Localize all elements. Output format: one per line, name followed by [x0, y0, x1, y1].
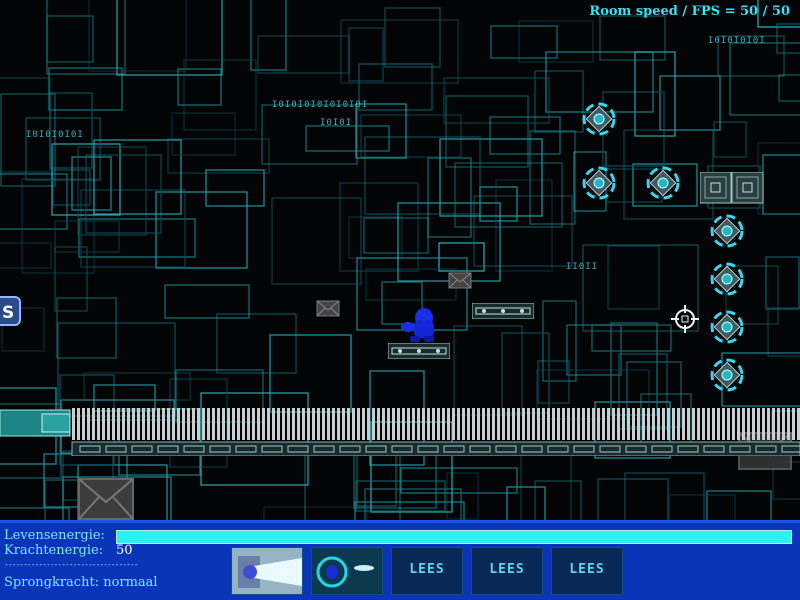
game-screen[interactable]: I0I0I0I0I I0I0I0I0I0I0I0I I0I0I I0I0I0I0…: [0, 0, 800, 600]
life-energy-bar: [116, 530, 792, 544]
life-energy-fill: [117, 531, 791, 543]
fps-readout: Room speed / FPS = 50 / 50: [589, 4, 790, 19]
inventory-slot-empty[interactable]: LEES: [471, 547, 543, 595]
binary-text: I0I0I0I0I: [26, 130, 84, 140]
jump-power-label: Sprongkracht: normaal: [4, 575, 158, 590]
metal-platform: [472, 303, 534, 319]
laser-weapon-icon: [238, 556, 302, 588]
envelope-icon[interactable]: [448, 272, 472, 290]
spinning-gear-enemy[interactable]: [710, 262, 744, 296]
spinning-gear-enemy[interactable]: [582, 102, 616, 136]
slot-label: LEES: [489, 562, 525, 577]
envelope-icon[interactable]: [316, 300, 340, 318]
spinning-gear-enemy[interactable]: [582, 166, 616, 200]
slot-label: LEES: [409, 562, 445, 577]
separator-line: -----------------------------------: [4, 560, 139, 569]
binary-text: I0I0I0I0I0I0I0I: [272, 100, 369, 110]
slot-label: LEES: [569, 562, 605, 577]
binary-text: I0I0I0I0I: [708, 36, 766, 46]
spike-floor: [0, 408, 800, 456]
envelope-icon: [78, 478, 134, 520]
inventory-slot-orb[interactable]: [311, 547, 383, 595]
save-point-icon[interactable]: S: [0, 296, 22, 326]
spinning-gear-enemy[interactable]: [710, 358, 744, 392]
orb-weapon-icon: [316, 556, 374, 588]
spinning-gear-enemy[interactable]: [646, 166, 680, 200]
inventory-slot-empty[interactable]: LEES: [551, 547, 623, 595]
power-energy-label: Krachtenergie:: [4, 543, 104, 558]
status-panel: Levensenergie: Krachtenergie: 50 -------…: [0, 520, 800, 600]
spinning-gear-enemy[interactable]: [710, 214, 744, 248]
metal-crate: [700, 172, 764, 204]
crosshair-icon[interactable]: [670, 304, 700, 334]
inventory-slot-laser[interactable]: [231, 547, 303, 595]
svg-text:S: S: [2, 303, 14, 323]
binary-text: I0I0I: [320, 118, 353, 128]
life-energy-label: Levensenergie:: [4, 528, 105, 543]
binary-text: II0II: [566, 262, 599, 272]
inventory-slot-empty[interactable]: LEES: [391, 547, 463, 595]
power-energy-value: 50: [116, 543, 133, 558]
player-character[interactable]: [400, 306, 440, 346]
spinning-gear-enemy[interactable]: [710, 310, 744, 344]
